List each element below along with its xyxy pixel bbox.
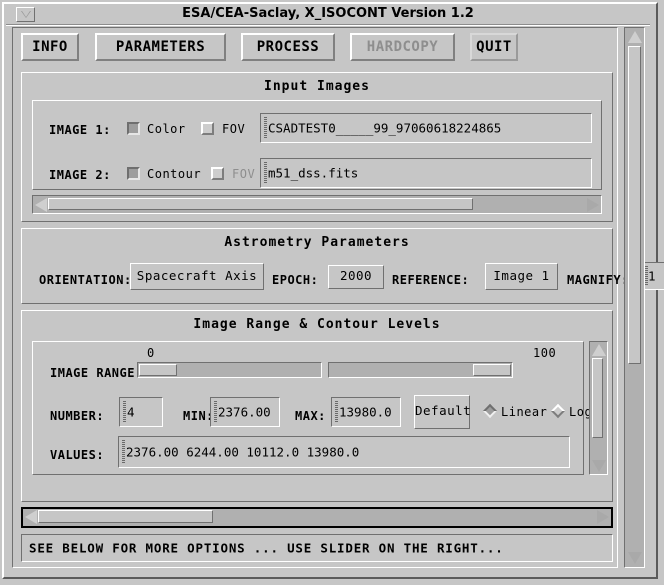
text-caret bbox=[214, 401, 217, 423]
number-input[interactable]: 4 bbox=[119, 397, 163, 427]
epoch-label: EPOCH: bbox=[272, 273, 319, 287]
scroll-down-arrow-icon[interactable] bbox=[628, 552, 642, 564]
parameters-button[interactable]: PARAMETERS bbox=[95, 33, 226, 61]
text-caret bbox=[335, 401, 338, 423]
scroll-right-arrow-icon[interactable] bbox=[587, 198, 599, 212]
image-range-vscrollbar[interactable] bbox=[589, 341, 608, 475]
image-range-high-slider[interactable] bbox=[328, 362, 513, 378]
application-window: ESA/CEA-Saclay, X_ISOCONT Version 1.2 IN… bbox=[0, 0, 664, 585]
toolbar: INFO PARAMETERS PROCESS HARDCOPY QUIT bbox=[21, 33, 619, 65]
image2-contour-label: Contour bbox=[147, 167, 202, 181]
process-button[interactable]: PROCESS bbox=[241, 33, 335, 61]
max-input[interactable]: 13980.0 bbox=[331, 397, 401, 427]
image-range-high-thumb[interactable] bbox=[473, 364, 511, 376]
max-label: MAX: bbox=[295, 409, 326, 423]
image-range-low-slider[interactable] bbox=[137, 362, 322, 378]
image-range-group: Image Range & Contour Levels IMAGE RANGE… bbox=[21, 310, 613, 502]
reference-option-menu[interactable]: Image 1 bbox=[485, 263, 558, 290]
image1-fov-label: FOV bbox=[222, 122, 246, 136]
image-range-vscroll-thumb[interactable] bbox=[592, 358, 603, 438]
image1-color-label: Color bbox=[147, 122, 186, 136]
main-vscroll-thumb[interactable] bbox=[628, 46, 641, 364]
input-images-panel: IMAGE 1: Color FOV CSADTEST0_____99_9706… bbox=[32, 100, 602, 190]
linear-label: Linear bbox=[501, 405, 548, 419]
image2-fov-label: FOV bbox=[232, 167, 256, 181]
client-area: INFO PARAMETERS PROCESS HARDCOPY QUIT In… bbox=[6, 27, 664, 575]
input-images-title: Input Images bbox=[264, 79, 370, 94]
scroll-up-arrow-icon[interactable] bbox=[592, 344, 606, 356]
title-bar: ESA/CEA-Saclay, X_ISOCONT Version 1.2 bbox=[4, 4, 652, 24]
range-max-tick: 100 bbox=[533, 346, 557, 360]
image2-filename-input[interactable]: m51_dss.fits bbox=[260, 158, 592, 188]
epoch-option-menu[interactable]: 2000 bbox=[328, 265, 384, 289]
hscroll-thumb[interactable] bbox=[48, 198, 473, 210]
image1-label: IMAGE 1: bbox=[49, 123, 111, 137]
window-title: ESA/CEA-Saclay, X_ISOCONT Version 1.2 bbox=[182, 6, 474, 21]
title-separator bbox=[6, 24, 650, 26]
scroll-left-arrow-icon[interactable] bbox=[25, 510, 37, 524]
image2-contour-checkbox[interactable] bbox=[127, 167, 140, 180]
log-radio[interactable] bbox=[550, 403, 566, 419]
bottom-hscrollbar[interactable] bbox=[21, 507, 613, 528]
image1-filename-input[interactable]: CSADTEST0_____99_97060618224865 bbox=[260, 113, 592, 143]
text-caret bbox=[264, 162, 267, 184]
image2-label: IMAGE 2: bbox=[49, 168, 111, 182]
astrometry-title: Astrometry Parameters bbox=[224, 235, 410, 250]
status-message: SEE BELOW FOR MORE OPTIONS ... USE SLIDE… bbox=[29, 540, 504, 556]
input-images-group: Input Images IMAGE 1: Color FOV CSADTEST… bbox=[21, 72, 613, 222]
scroll-right-arrow-icon[interactable] bbox=[597, 510, 609, 524]
bottom-hscroll-thumb[interactable] bbox=[38, 510, 213, 523]
orientation-label: ORIENTATION: bbox=[39, 273, 132, 287]
astrometry-group: Astrometry Parameters ORIENTATION: Space… bbox=[21, 228, 664, 304]
image-range-label: IMAGE RANGE: bbox=[50, 366, 143, 380]
scroll-down-arrow-icon[interactable] bbox=[592, 460, 606, 472]
image1-fov-checkbox[interactable] bbox=[201, 122, 214, 135]
quit-button[interactable]: QUIT bbox=[470, 33, 518, 61]
values-label: VALUES: bbox=[50, 448, 105, 462]
main-vscrollbar[interactable] bbox=[624, 27, 645, 568]
reference-label: REFERENCE: bbox=[392, 273, 470, 287]
min-input[interactable]: 2376.00 bbox=[210, 397, 280, 427]
scroll-left-arrow-icon[interactable] bbox=[35, 198, 47, 212]
magnify-label: MAGNIFY: bbox=[567, 273, 629, 287]
form-area: INFO PARAMETERS PROCESS HARDCOPY QUIT In… bbox=[12, 27, 664, 568]
default-button[interactable]: Default bbox=[414, 395, 471, 429]
status-bar: SEE BELOW FOR MORE OPTIONS ... USE SLIDE… bbox=[21, 534, 613, 562]
linear-radio[interactable] bbox=[482, 403, 498, 419]
image-range-low-thumb[interactable] bbox=[139, 364, 177, 376]
number-label: NUMBER: bbox=[50, 409, 105, 423]
input-images-hscrollbar[interactable] bbox=[32, 195, 602, 214]
text-caret bbox=[122, 440, 125, 464]
image2-fov-checkbox bbox=[211, 167, 224, 180]
range-min-tick: 0 bbox=[147, 346, 155, 360]
image-range-title: Image Range & Contour Levels bbox=[193, 317, 441, 332]
text-caret bbox=[264, 117, 267, 139]
image1-color-checkbox[interactable] bbox=[127, 122, 140, 135]
image-range-panel: IMAGE RANGE: 0 100 NUMBER: 4 MIN: 2376.0… bbox=[32, 341, 592, 475]
text-caret bbox=[123, 401, 126, 423]
values-input[interactable]: 2376.00 6244.00 10112.0 13980.0 bbox=[118, 436, 570, 468]
hardcopy-button: HARDCOPY bbox=[350, 33, 455, 61]
info-button[interactable]: INFO bbox=[21, 33, 79, 61]
scroll-up-arrow-icon[interactable] bbox=[628, 31, 642, 43]
orientation-option-menu[interactable]: Spacecraft Axis bbox=[130, 263, 264, 290]
